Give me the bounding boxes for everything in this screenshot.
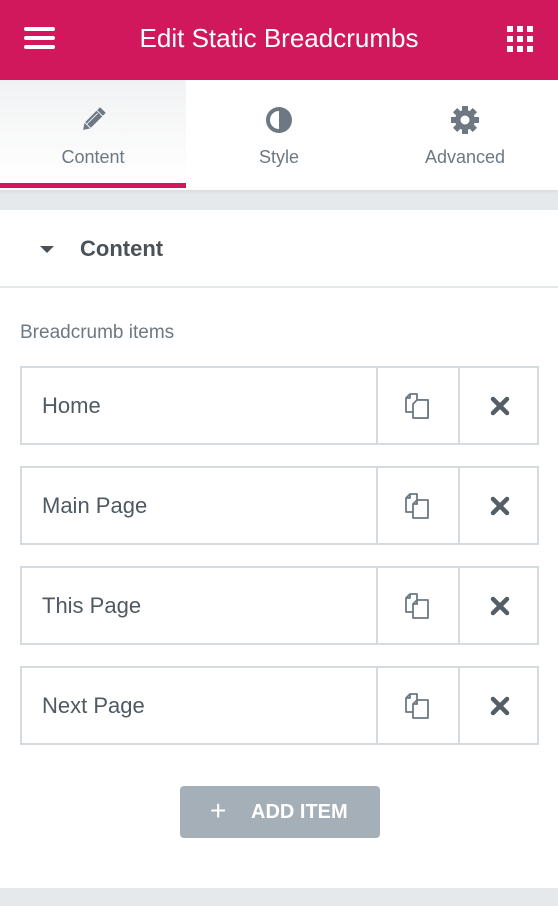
duplicate-button[interactable] <box>376 368 458 443</box>
close-icon <box>490 496 509 515</box>
caret-down-icon <box>40 246 54 253</box>
duplicate-button[interactable] <box>376 668 458 743</box>
item-title[interactable]: This Page <box>22 568 376 643</box>
item-title[interactable]: Home <box>22 368 376 443</box>
section-title: Content <box>80 236 164 261</box>
content-panel: Content Breadcrumb items Home Main Page … <box>0 210 558 888</box>
repeater-label: Breadcrumb items <box>20 322 175 343</box>
gear-icon <box>372 105 558 135</box>
contrast-icon <box>186 105 372 135</box>
copy-icon <box>405 392 429 419</box>
tab-label: Advanced <box>424 147 506 167</box>
duplicate-button[interactable] <box>376 468 458 543</box>
panel-header: Edit Static Breadcrumbs <box>0 0 558 80</box>
add-item-label: ADD ITEM <box>251 801 348 823</box>
plus-icon: + <box>210 795 227 826</box>
tab-style[interactable]: Style <box>186 80 372 188</box>
repeater-item: Next Page <box>20 666 539 745</box>
repeater-item: Home <box>20 366 539 445</box>
remove-button[interactable] <box>458 468 539 543</box>
tab-label: Content <box>61 147 125 167</box>
close-icon <box>490 696 509 715</box>
section-toggle[interactable]: Content <box>0 210 558 288</box>
tab-advanced[interactable]: Advanced <box>372 80 558 188</box>
close-icon <box>490 396 509 415</box>
copy-icon <box>405 592 429 619</box>
apps-button[interactable] <box>507 26 533 52</box>
copy-icon <box>405 492 429 519</box>
remove-button[interactable] <box>458 668 539 743</box>
pencil-icon <box>0 105 186 135</box>
item-title[interactable]: Next Page <box>22 668 376 743</box>
duplicate-button[interactable] <box>376 568 458 643</box>
repeater-item: Main Page <box>20 466 539 545</box>
add-item-button[interactable]: + ADD ITEM <box>180 786 380 838</box>
repeater-item: This Page <box>20 566 539 645</box>
remove-button[interactable] <box>458 568 539 643</box>
copy-icon <box>405 692 429 719</box>
tab-bar: Content Style Advanced <box>0 80 558 190</box>
tab-label: Style <box>258 147 300 167</box>
panel-title: Edit Static Breadcrumbs <box>139 23 419 53</box>
remove-button[interactable] <box>458 368 539 443</box>
item-title[interactable]: Main Page <box>22 468 376 543</box>
tab-content[interactable]: Content <box>0 80 186 188</box>
close-icon <box>490 596 509 615</box>
